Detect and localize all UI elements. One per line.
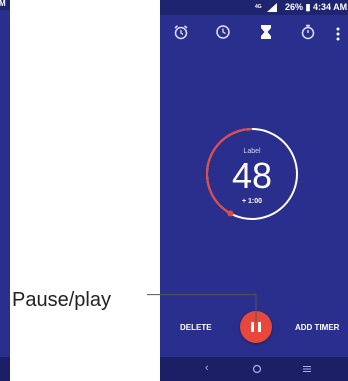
callout-label: Pause/play: [12, 289, 111, 311]
timer-label[interactable]: Label: [204, 148, 300, 155]
status-text: 26% ▮ 4:34 AM: [285, 2, 348, 12]
navigation-bar: ‹: [160, 357, 348, 381]
left-status-bar: M: [0, 0, 10, 10]
alarm-icon: [174, 25, 188, 40]
more-vert-icon: [336, 27, 340, 41]
left-status-fragment: M: [0, 0, 6, 8]
clock-icon: [216, 25, 230, 39]
recents-icon[interactable]: [302, 364, 312, 374]
timer-value: 48: [231, 155, 273, 196]
tab-timer[interactable]: [255, 23, 277, 45]
phone-screen: 4G 26% ▮ 4:34 AM Label 48 + 1:00 DELETE …: [160, 0, 348, 381]
more-options-button[interactable]: [332, 23, 344, 45]
left-phone-fragment: M: [0, 0, 10, 381]
signal-icon: 4G: [255, 3, 277, 12]
svg-text:4G: 4G: [255, 4, 262, 10]
left-nav-bar: [0, 357, 10, 381]
back-icon[interactable]: ‹: [205, 362, 209, 374]
pause-icon-bar-right: [258, 322, 261, 332]
tab-stopwatch[interactable]: [297, 23, 319, 45]
stopwatch-icon: [301, 24, 315, 40]
pause-icon-bar-left: [251, 322, 254, 332]
callout-leader-line: [147, 294, 257, 322]
delete-button[interactable]: DELETE: [180, 323, 212, 332]
tab-bar: [160, 18, 348, 48]
timer-display: Label 48 + 1:00: [204, 126, 300, 222]
home-icon[interactable]: [252, 364, 262, 374]
status-bar: 4G 26% ▮ 4:34 AM: [160, 0, 348, 15]
add-minute-button[interactable]: + 1:00: [204, 198, 300, 205]
add-timer-button[interactable]: ADD TIMER: [295, 323, 339, 332]
timer-icon: [261, 25, 271, 39]
tab-alarm[interactable]: [170, 23, 192, 45]
tab-clock[interactable]: [212, 23, 234, 45]
